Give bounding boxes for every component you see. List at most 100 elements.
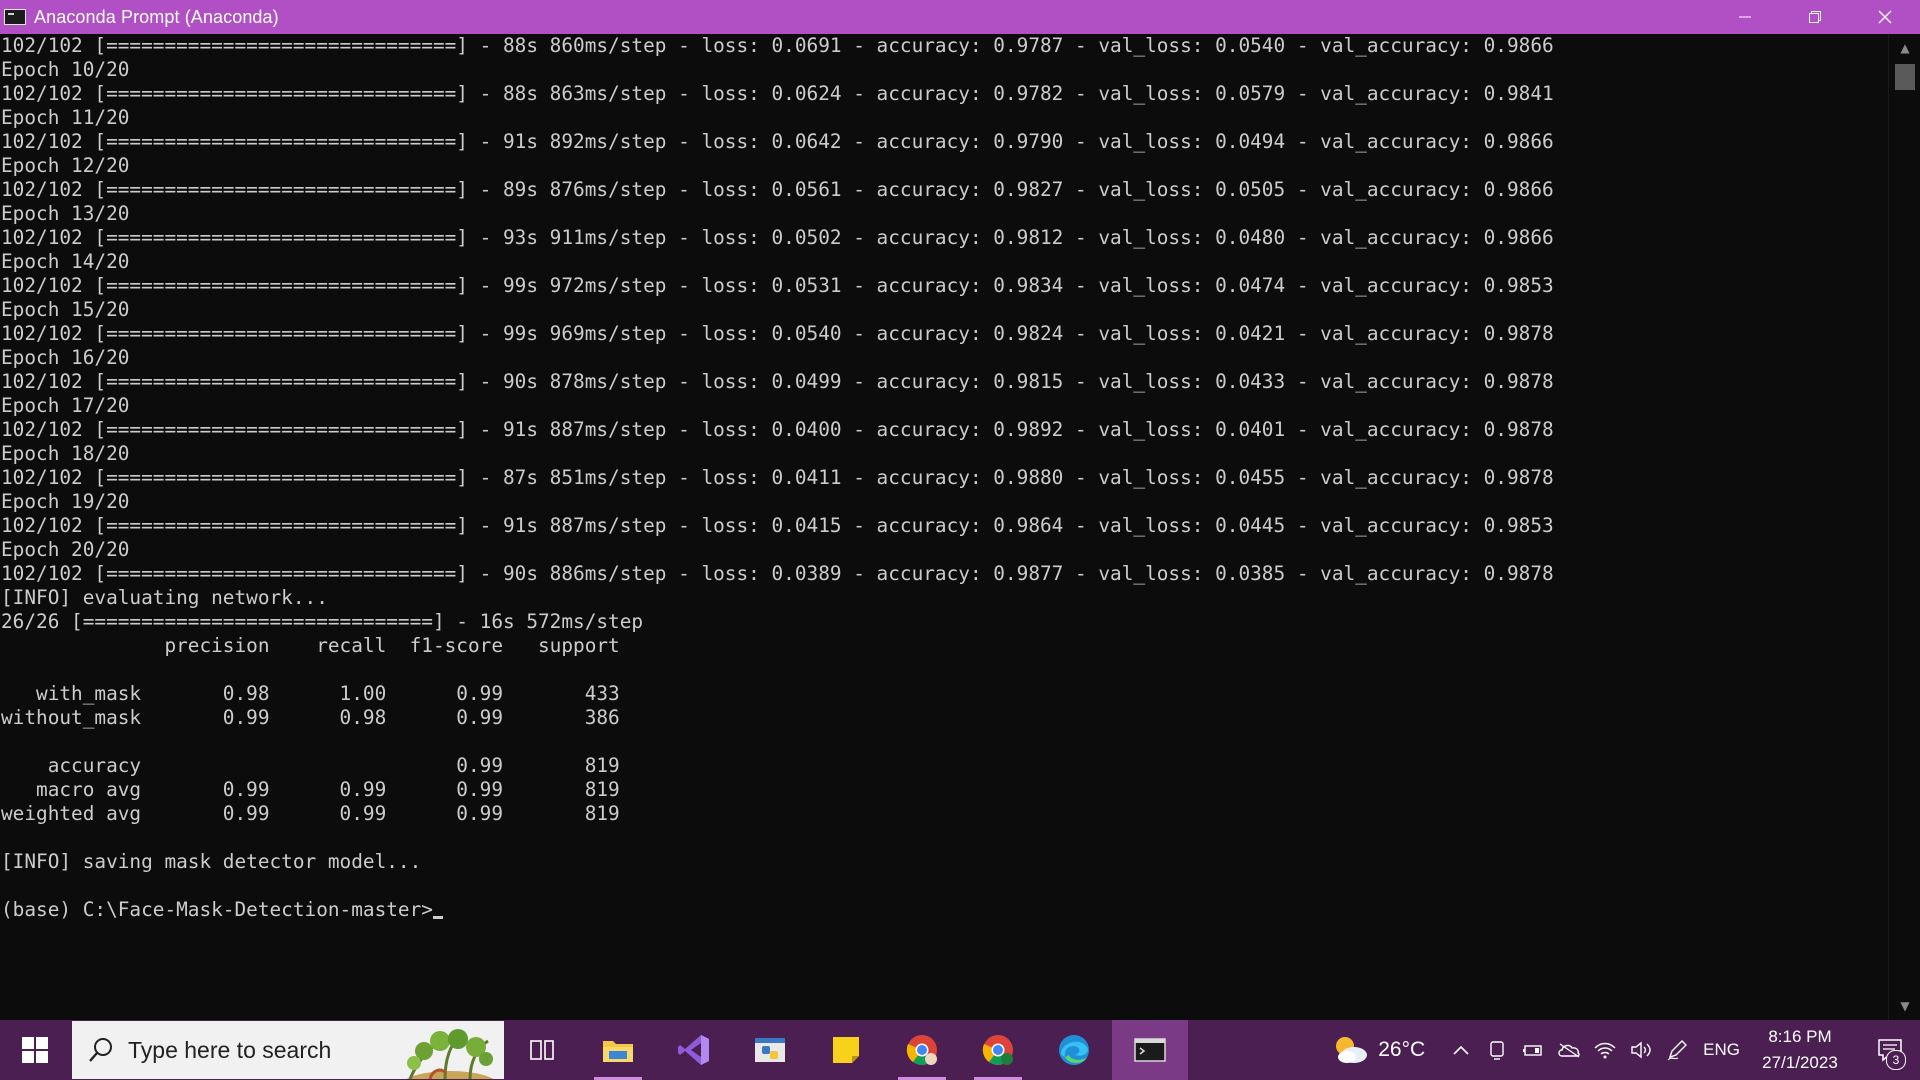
volume-tray-button[interactable]: [1623, 1040, 1659, 1060]
clock-time: 8:16 PM: [1768, 1027, 1832, 1046]
console-line: Epoch 19/20: [1, 490, 130, 513]
visual-studio-button[interactable]: [656, 1020, 732, 1080]
task-view-button[interactable]: [504, 1020, 580, 1080]
console-line: 102/102 [==============================]…: [1, 514, 1554, 537]
weather-temperature: 26°C: [1378, 1038, 1426, 1061]
terminal-app-icon: [4, 9, 26, 25]
console-line: [INFO] evaluating network...: [1, 586, 328, 609]
console-line: Epoch 13/20: [1, 202, 130, 225]
window-controls: [1710, 0, 1920, 34]
console-line: Epoch 20/20: [1, 538, 130, 561]
chrome-icon: [906, 1035, 937, 1065]
close-icon: [1878, 10, 1892, 24]
wifi-icon: [1594, 1042, 1616, 1059]
console-line: 26/26 [==============================] -…: [1, 610, 644, 633]
onedrive-tray-button[interactable]: [1551, 1042, 1587, 1058]
input-language[interactable]: ENG: [1703, 1040, 1740, 1060]
console-prompt-line[interactable]: (base) C:\Face-Mask-Detection-master>: [1, 898, 1888, 922]
window-title: Anaconda Prompt (Anaconda): [34, 6, 279, 27]
minimize-button[interactable]: [1710, 0, 1780, 34]
console-line: Epoch 18/20: [1, 442, 130, 465]
console-line: 102/102 [==============================]…: [1, 466, 1554, 489]
vertical-scrollbar[interactable]: ▲ ▼: [1888, 34, 1920, 1020]
chrome-profile-button[interactable]: [960, 1020, 1036, 1080]
windows-logo-icon: [22, 1037, 48, 1063]
system-tray: 26°C ENG 8:16 PM 27/1/2023 3: [1330, 1020, 1920, 1080]
start-button[interactable]: [0, 1020, 70, 1080]
chrome-profile-icon: [982, 1035, 1013, 1065]
terminal-icon: [1134, 1038, 1166, 1062]
python-app-button[interactable]: [732, 1020, 808, 1080]
battery-icon: [1523, 1045, 1542, 1056]
file-explorer-icon: [603, 1041, 633, 1062]
show-hidden-icons-button[interactable]: [1443, 1044, 1479, 1056]
clock-date: 27/1/2023: [1762, 1053, 1838, 1072]
meet-now-tray-button[interactable]: [1479, 1040, 1515, 1060]
network-tray-button[interactable]: [1587, 1040, 1623, 1060]
console-line: macro avg 0.99 0.99 0.99 819: [1, 778, 620, 801]
sticky-notes-icon: [833, 1037, 859, 1063]
console-line: accuracy 0.99 819: [1, 754, 620, 777]
text-cursor: [432, 916, 443, 919]
console-line: 102/102 [==============================]…: [1, 562, 1554, 585]
console-line: with_mask 0.98 1.00 0.99 433: [1, 682, 620, 705]
sticky-notes-button[interactable]: [808, 1020, 884, 1080]
console-line: 102/102 [==============================]…: [1, 418, 1554, 441]
edge-button[interactable]: [1036, 1020, 1112, 1080]
console-line: Epoch 11/20: [1, 106, 130, 129]
device-icon: [1490, 1041, 1504, 1060]
pen-tray-button[interactable]: [1659, 1039, 1695, 1061]
console-line: precision recall f1-score support: [1, 634, 620, 657]
notifications-button[interactable]: 3: [1860, 1020, 1920, 1080]
console-line: [INFO] saving mask detector model...: [1, 850, 422, 873]
restore-icon: [1809, 11, 1821, 23]
console-line: Epoch 15/20: [1, 298, 130, 321]
search-icon: [89, 1038, 112, 1062]
file-explorer-button[interactable]: [580, 1020, 656, 1080]
chrome-button[interactable]: [884, 1020, 960, 1080]
weather-widget[interactable]: 26°C: [1330, 1033, 1425, 1067]
visual-studio-icon: [678, 1035, 709, 1065]
weather-partly-cloudy-icon: [1336, 1037, 1368, 1063]
console-line: 102/102 [==============================]…: [1, 274, 1554, 297]
terminal-button[interactable]: [1112, 1020, 1188, 1080]
chevron-up-icon: [1453, 1045, 1469, 1055]
scroll-down-icon[interactable]: ▼: [1889, 994, 1920, 1018]
window-title-bar[interactable]: Anaconda Prompt (Anaconda): [0, 0, 1920, 34]
restore-button[interactable]: [1780, 0, 1850, 34]
console-line: Epoch 10/20: [1, 58, 130, 81]
pen-icon: [1667, 1040, 1688, 1061]
console-line: 102/102 [==============================]…: [1, 34, 1554, 57]
console-prompt: (base) C:\Face-Mask-Detection-master>: [1, 898, 433, 921]
taskbar-search-box[interactable]: Type here to search: [72, 1021, 504, 1079]
close-button[interactable]: [1850, 0, 1920, 34]
python-window-icon: [755, 1038, 785, 1062]
notification-count-badge: 3: [1886, 1050, 1906, 1070]
minimize-icon: [1739, 16, 1751, 18]
battery-tray-button[interactable]: [1515, 1042, 1551, 1058]
console-line: Epoch 12/20: [1, 154, 130, 177]
console-line: 102/102 [==============================]…: [1, 178, 1554, 201]
console-line: Epoch 14/20: [1, 250, 130, 273]
console-line: Epoch 17/20: [1, 394, 130, 417]
console-line: weighted avg 0.99 0.99 0.99 819: [1, 802, 620, 825]
cloud-icon: [1558, 1043, 1580, 1058]
taskbar-clock[interactable]: 8:16 PM 27/1/2023: [1754, 1024, 1846, 1076]
console-output[interactable]: 102/102 [==============================]…: [0, 34, 1888, 1020]
speaker-icon: [1631, 1041, 1651, 1059]
console-text: 102/102 [==============================]…: [0, 34, 1888, 922]
console-line: 102/102 [==============================]…: [1, 130, 1554, 153]
console-line: 102/102 [==============================]…: [1, 226, 1554, 249]
edge-icon: [1059, 1035, 1089, 1065]
scroll-up-icon[interactable]: ▲: [1889, 36, 1920, 60]
task-view-icon: [530, 1040, 554, 1060]
taskbar: Type here to search 26°C ENG 8:16 PM 27/…: [0, 1020, 1920, 1080]
search-highlight-illustration: [406, 1029, 494, 1079]
console-line: without_mask 0.99 0.98 0.99 386: [1, 706, 620, 729]
console-line: 102/102 [==============================]…: [1, 82, 1554, 105]
scrollbar-thumb[interactable]: [1895, 64, 1915, 90]
